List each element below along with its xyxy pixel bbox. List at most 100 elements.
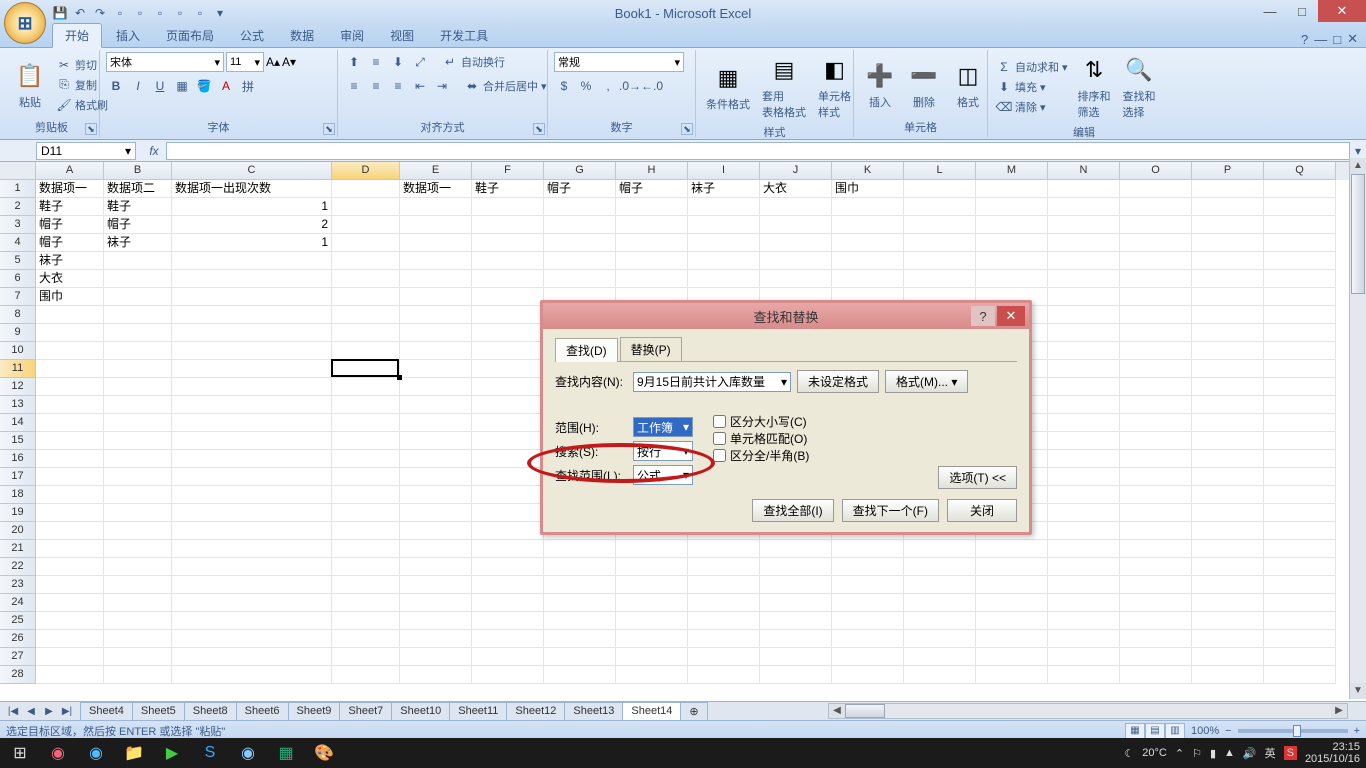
tray-up-icon[interactable]: ⌃ xyxy=(1175,747,1184,760)
cell[interactable] xyxy=(1120,612,1192,630)
cell[interactable] xyxy=(472,540,544,558)
cell[interactable] xyxy=(1192,540,1264,558)
cell[interactable] xyxy=(1120,450,1192,468)
row-header-14[interactable]: 14 xyxy=(0,414,36,432)
cell[interactable] xyxy=(1120,342,1192,360)
cell[interactable] xyxy=(1120,486,1192,504)
cell[interactable] xyxy=(332,342,400,360)
cell[interactable] xyxy=(172,540,332,558)
insert-cells-button[interactable]: ➕插入 xyxy=(860,58,900,112)
cell[interactable] xyxy=(688,252,760,270)
cell[interactable] xyxy=(332,414,400,432)
cell[interactable] xyxy=(1120,558,1192,576)
cell[interactable] xyxy=(832,540,904,558)
cell[interactable] xyxy=(172,504,332,522)
cell[interactable] xyxy=(544,612,616,630)
cell[interactable] xyxy=(1120,540,1192,558)
align-right-button[interactable]: ≡ xyxy=(388,76,408,96)
doc1-icon[interactable]: ▫ xyxy=(112,5,128,21)
cell-styles-button[interactable]: ◧单元格 样式 xyxy=(814,52,855,122)
ribbon-minimize-button[interactable]: — xyxy=(1314,32,1327,47)
cell[interactable] xyxy=(172,396,332,414)
cell[interactable] xyxy=(616,630,688,648)
network-icon[interactable]: ▲ xyxy=(1224,747,1235,759)
cell[interactable] xyxy=(104,666,172,684)
cell[interactable] xyxy=(36,522,104,540)
temperature[interactable]: 20°C xyxy=(1142,747,1167,759)
cell[interactable] xyxy=(976,648,1048,666)
cell[interactable] xyxy=(904,558,976,576)
cell[interactable] xyxy=(104,270,172,288)
cell[interactable] xyxy=(1048,324,1120,342)
cell[interactable] xyxy=(1048,288,1120,306)
cell[interactable] xyxy=(544,252,616,270)
cell[interactable] xyxy=(104,612,172,630)
cell[interactable] xyxy=(172,576,332,594)
doc2-icon[interactable]: ▫ xyxy=(132,5,148,21)
cell[interactable] xyxy=(1048,576,1120,594)
cell[interactable] xyxy=(36,360,104,378)
ribbon-tab-0[interactable]: 开始 xyxy=(52,23,102,48)
cell[interactable] xyxy=(104,486,172,504)
percent-button[interactable]: % xyxy=(576,76,596,96)
cell[interactable] xyxy=(1048,306,1120,324)
cell[interactable] xyxy=(688,270,760,288)
cell[interactable] xyxy=(1192,594,1264,612)
sheet-last-button[interactable]: ▶| xyxy=(58,706,76,717)
tab-find[interactable]: 查找(D) xyxy=(555,338,618,362)
cell[interactable] xyxy=(36,396,104,414)
cell[interactable] xyxy=(904,576,976,594)
cell[interactable] xyxy=(1048,180,1120,198)
ime-icon[interactable]: 英 xyxy=(1265,745,1276,761)
redo-icon[interactable]: ↷ xyxy=(92,5,108,21)
clock[interactable]: 23:15 2015/10/16 xyxy=(1305,741,1360,765)
cell[interactable] xyxy=(1192,612,1264,630)
cell[interactable] xyxy=(1120,216,1192,234)
cell[interactable] xyxy=(472,288,544,306)
cell[interactable] xyxy=(544,270,616,288)
cell[interactable] xyxy=(1192,324,1264,342)
ribbon-tab-3[interactable]: 公式 xyxy=(228,24,276,47)
row-header-13[interactable]: 13 xyxy=(0,396,36,414)
cell[interactable] xyxy=(332,198,400,216)
cell[interactable] xyxy=(472,234,544,252)
cell[interactable] xyxy=(616,234,688,252)
cell[interactable] xyxy=(1120,468,1192,486)
cell[interactable] xyxy=(172,360,332,378)
cell[interactable] xyxy=(1192,342,1264,360)
row-header-4[interactable]: 4 xyxy=(0,234,36,252)
align-left-button[interactable]: ≡ xyxy=(344,76,364,96)
number-format-combo[interactable]: 常规▾ xyxy=(554,52,684,72)
match-entire-checkbox[interactable]: 单元格匹配(O) xyxy=(713,430,809,447)
cell[interactable] xyxy=(1120,594,1192,612)
cell[interactable] xyxy=(1192,198,1264,216)
find-select-button[interactable]: 🔍查找和 选择 xyxy=(1119,52,1160,122)
border-button[interactable]: ▦ xyxy=(172,76,192,96)
sheet-tab-Sheet14[interactable]: Sheet14 xyxy=(622,702,681,720)
sheet-tab-Sheet4[interactable]: Sheet4 xyxy=(80,702,133,720)
col-header-F[interactable]: F xyxy=(472,162,544,180)
cell[interactable] xyxy=(544,216,616,234)
cell[interactable] xyxy=(976,630,1048,648)
align-bottom-button[interactable]: ⬇ xyxy=(388,52,408,72)
cell[interactable] xyxy=(1264,216,1336,234)
format-button[interactable]: 格式(M)... ▾ xyxy=(885,370,968,393)
col-header-N[interactable]: N xyxy=(1048,162,1120,180)
indent-dec-button[interactable]: ⇤ xyxy=(410,76,430,96)
row-header-27[interactable]: 27 xyxy=(0,648,36,666)
cell[interactable] xyxy=(472,630,544,648)
cell[interactable] xyxy=(976,180,1048,198)
cell[interactable] xyxy=(1264,432,1336,450)
cell[interactable] xyxy=(1264,342,1336,360)
cell[interactable] xyxy=(1264,648,1336,666)
col-header-B[interactable]: B xyxy=(104,162,172,180)
find-next-button[interactable]: 查找下一个(F) xyxy=(842,499,939,522)
cell[interactable] xyxy=(1264,594,1336,612)
cell[interactable] xyxy=(832,576,904,594)
cell[interactable] xyxy=(832,648,904,666)
cell[interactable] xyxy=(760,576,832,594)
row-header-15[interactable]: 15 xyxy=(0,432,36,450)
cell[interactable] xyxy=(472,306,544,324)
row-header-9[interactable]: 9 xyxy=(0,324,36,342)
row-header-10[interactable]: 10 xyxy=(0,342,36,360)
